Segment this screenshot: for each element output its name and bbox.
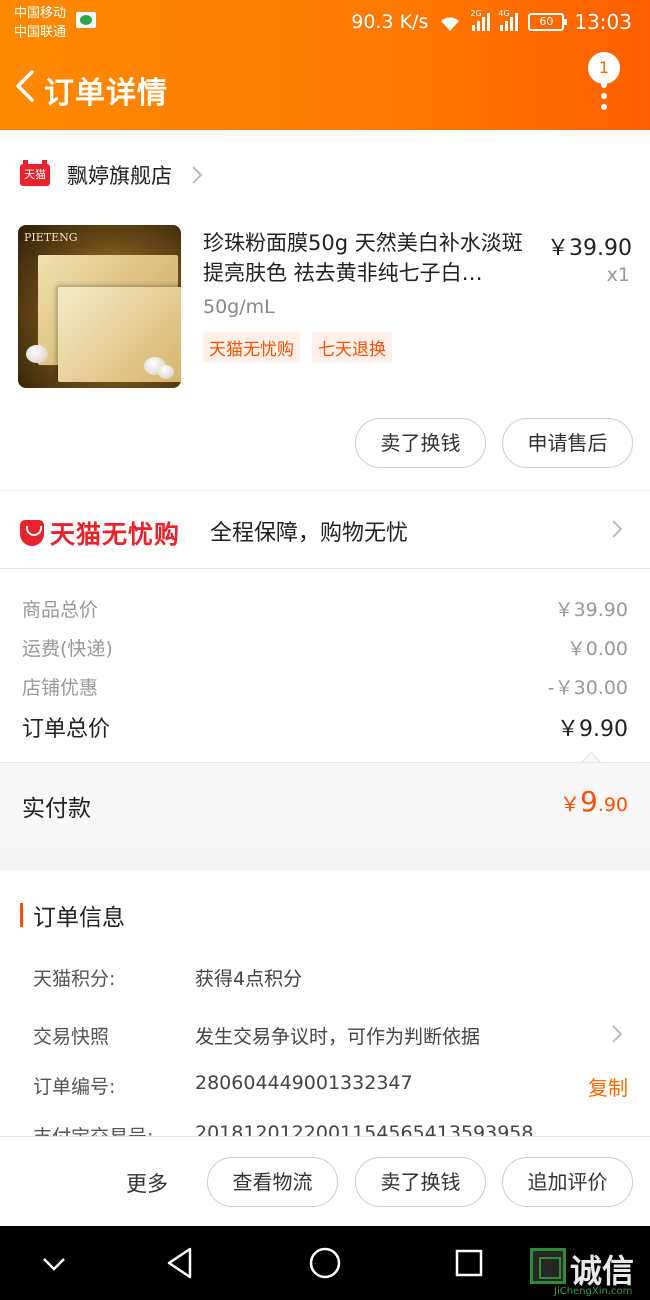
- back-arrow-icon[interactable]: [12, 66, 42, 106]
- info-row-snapshot[interactable]: 交易快照 发生交易争议时，可作为判断依据: [33, 1022, 628, 1052]
- carrier-logo-icon: [76, 12, 96, 28]
- page-title: 订单详情: [44, 76, 168, 111]
- product-image-brand: PIETENG: [24, 231, 78, 244]
- back-triangle-icon[interactable]: [164, 1246, 196, 1284]
- paid-decimal: .90: [597, 794, 628, 816]
- more-actions-button[interactable]: 更多: [126, 1168, 168, 1198]
- product-spec: 50g/mL: [203, 296, 275, 318]
- info-key: 订单编号:: [33, 1076, 116, 1098]
- sell-button-bottom[interactable]: 卖了换钱: [355, 1157, 486, 1207]
- home-circle-icon[interactable]: [308, 1246, 342, 1284]
- signal-tag-1: 2G: [470, 9, 482, 18]
- chevron-right-icon: [610, 1022, 624, 1046]
- bottom-action-bar: 更多 查看物流 卖了换钱 追加评价: [0, 1136, 650, 1226]
- price-value: ￥0.00: [566, 638, 628, 660]
- carrier-2: 中国联通: [14, 25, 67, 40]
- price-value: -￥30.00: [547, 677, 628, 699]
- product-title[interactable]: 珍珠粉面膜50g 天然美白补水淡斑 提亮肤色 祛去黄非纯七子白…: [203, 228, 538, 288]
- shop-link[interactable]: 天猫 飘婷旗舰店: [20, 160, 204, 190]
- paid-amount-row: 实付款 ￥9.90: [0, 762, 650, 848]
- header: 中国移动 中国联通 90.3 K/s 2G 4G 60 13:03 订单详情 1: [0, 0, 650, 130]
- paid-amount: ￥9.90: [560, 785, 628, 818]
- price-row-shipping: 运费(快递) ￥0.00: [22, 634, 628, 661]
- tmall-icon: 天猫: [20, 160, 50, 186]
- add-review-button[interactable]: 追加评价: [502, 1157, 633, 1207]
- info-value: 280604449001332347: [195, 1072, 413, 1094]
- guarantee-banner[interactable]: 天猫无忧购 全程保障，购物无忧: [0, 490, 650, 568]
- after-sale-button[interactable]: 申请售后: [502, 418, 633, 468]
- status-bar-left: 中国移动 中国联通: [14, 4, 66, 42]
- title-bar: 订单详情 1: [0, 52, 650, 128]
- watermark: 诚信 JiChengXin.com: [530, 1248, 648, 1300]
- guarantee-brand: 天猫无忧购: [50, 520, 181, 549]
- view-logistics-button[interactable]: 查看物流: [207, 1157, 338, 1207]
- order-info-title: 订单信息: [33, 905, 125, 931]
- signal-icon-2: 4G: [498, 9, 519, 31]
- product-quantity: x1: [606, 264, 630, 286]
- chevron-right-icon: [190, 163, 204, 187]
- price-row-total: 订单总价 ￥9.90: [22, 711, 628, 743]
- price-label: 店铺优惠: [22, 677, 99, 699]
- price-row-goods: 商品总价 ￥39.90: [22, 595, 628, 622]
- recent-apps-square-icon[interactable]: [454, 1248, 484, 1282]
- tag-tmall-worry-free: 天猫无忧购: [203, 332, 300, 363]
- info-value: 发生交易争议时，可作为判断依据: [195, 1026, 481, 1048]
- more-dots-icon: [601, 82, 607, 115]
- copy-button[interactable]: 复制: [588, 1072, 628, 1101]
- total-label: 订单总价: [22, 717, 111, 742]
- tag-seven-day-return: 七天退换: [312, 332, 392, 363]
- watermark-logo-icon: [530, 1248, 566, 1284]
- info-value: 获得4点积分: [195, 968, 303, 990]
- section-accent-bar: [20, 903, 23, 927]
- shield-icon: [20, 520, 44, 546]
- more-menu-button[interactable]: 1: [588, 52, 628, 112]
- product-price: ￥39.90: [547, 236, 632, 261]
- paid-integer: 9: [579, 785, 598, 818]
- price-value: ￥39.90: [554, 599, 628, 621]
- price-label: 运费(快递): [22, 638, 113, 660]
- signal-tag-2: 4G: [498, 9, 510, 18]
- signal-icon: 2G: [470, 9, 491, 31]
- info-key: 天猫积分:: [33, 968, 116, 990]
- chevron-right-icon: [610, 517, 624, 541]
- network-speed: 90.3 K/s: [351, 11, 429, 33]
- status-bar-right: 90.3 K/s 2G 4G 60 13:03: [351, 9, 632, 34]
- order-info-header: 订单信息: [20, 898, 125, 932]
- total-value: ￥9.90: [557, 717, 628, 742]
- guarantee-text: 全程保障，购物无忧: [210, 521, 409, 546]
- wifi-icon: [438, 13, 462, 31]
- order-info: 订单信息 天猫积分: 获得4点积分 交易快照 发生交易争议时，可作为判断依据 订…: [0, 870, 650, 1140]
- price-row-discount: 店铺优惠 -￥30.00: [22, 673, 628, 700]
- price-summary: 商品总价 ￥39.90 运费(快递) ￥0.00 店铺优惠 -￥30.00 订单…: [0, 568, 650, 764]
- product-tags: 天猫无忧购 七天退换: [203, 332, 392, 363]
- watermark-sub: JiChengXin.com: [554, 1286, 633, 1297]
- price-label: 商品总价: [22, 599, 99, 621]
- info-key: 交易快照: [33, 1026, 110, 1048]
- sell-button[interactable]: 卖了换钱: [355, 418, 486, 468]
- paid-currency: ￥: [559, 792, 580, 816]
- carrier-1: 中国移动: [14, 6, 67, 21]
- clock: 13:03: [574, 10, 632, 34]
- battery-icon: 60: [528, 13, 568, 31]
- shop-name: 飘婷旗舰店: [67, 164, 172, 188]
- order-item-card: 天猫 飘婷旗舰店 PIETENG 珍珠粉面膜50g 天然美白补水淡斑 提亮肤色 …: [0, 130, 650, 490]
- product-image[interactable]: PIETENG: [18, 225, 181, 388]
- tmall-guarantee-logo: 天猫无忧购: [20, 515, 180, 551]
- chevron-down-icon[interactable]: [40, 1250, 68, 1282]
- notification-badge: 1: [588, 52, 620, 84]
- paid-label: 实付款: [22, 796, 91, 822]
